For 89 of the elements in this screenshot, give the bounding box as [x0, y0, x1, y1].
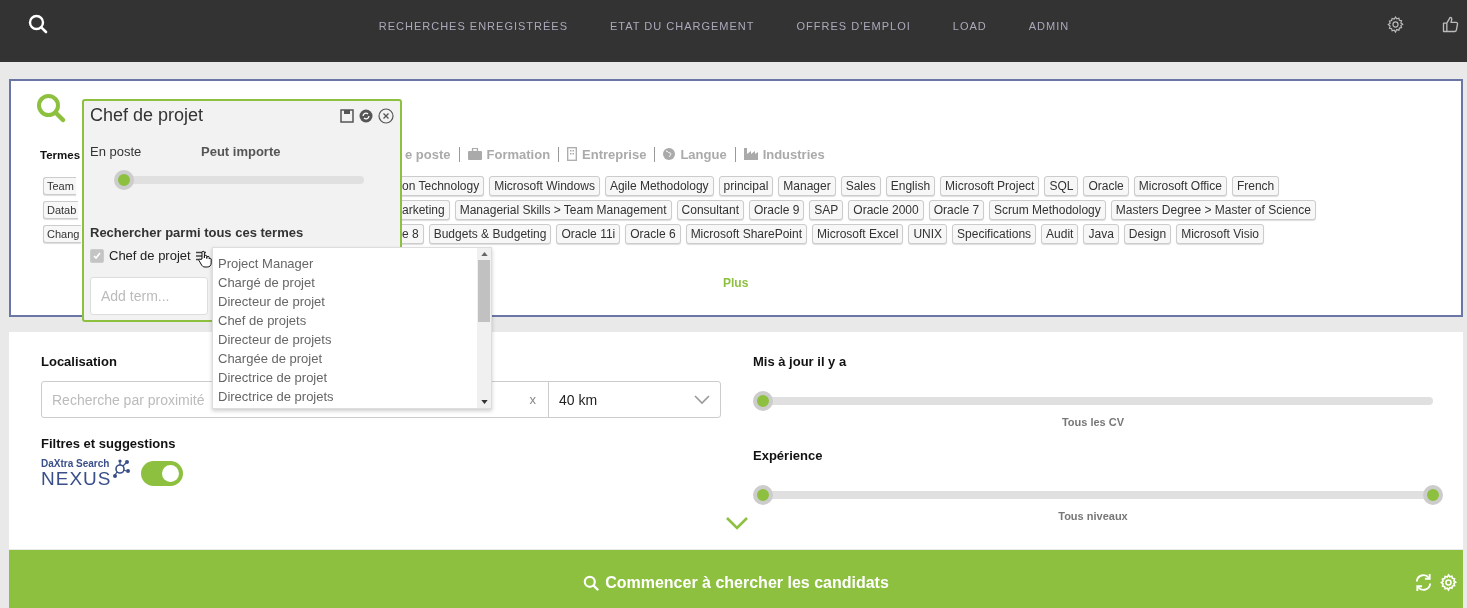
tag[interactable]: Datab [43, 201, 79, 219]
tag[interactable]: Budgets & Budgeting [428, 223, 552, 244]
tag[interactable]: Microsoft Excel [812, 223, 904, 244]
suggestion-item[interactable]: Directrice de projets [218, 387, 477, 406]
chevron-down-icon [694, 394, 710, 405]
tag[interactable]: English [885, 175, 936, 196]
tag[interactable]: SAP [809, 199, 844, 220]
tag[interactable]: Audit [1041, 223, 1079, 244]
tag[interactable]: Agile Methodology [604, 175, 714, 196]
field-label: Expérience [753, 448, 823, 463]
tag[interactable]: Oracle 9 [748, 199, 805, 220]
nav-link[interactable]: ETAT DU CHARGEMENT [610, 20, 755, 32]
search-icon [36, 93, 66, 123]
tag[interactable]: Java [1083, 223, 1119, 244]
section-heading: Rechercher parmi tous ces termes [90, 225, 305, 240]
tag[interactable]: Team [43, 177, 76, 195]
tag[interactable]: Microsoft Office [1133, 175, 1227, 196]
field-label: Filtres et suggestions [41, 436, 176, 451]
tag[interactable]: Chang [43, 225, 82, 243]
tag[interactable]: UNIX [908, 223, 948, 244]
save-icon[interactable] [340, 108, 354, 123]
tag[interactable]: French [1231, 175, 1280, 196]
clear-button[interactable]: x [517, 392, 548, 407]
scrollbar-thumb[interactable] [478, 260, 490, 322]
nav-link[interactable]: RECHERCHES ENREGISTRÉES [378, 20, 568, 32]
tag[interactable]: Scrum Methodology [989, 199, 1106, 220]
scroll-up-icon[interactable] [480, 252, 488, 256]
tag[interactable]: SQL [1044, 175, 1079, 196]
tag[interactable]: Consultant [676, 199, 744, 220]
settings-icon[interactable] [1386, 14, 1405, 34]
chevron-down-icon[interactable] [725, 516, 749, 530]
tag[interactable]: principal [718, 175, 774, 196]
slider-thumb[interactable] [753, 391, 773, 411]
thumbs-up-icon[interactable] [1441, 14, 1461, 34]
tag[interactable]: Design [1123, 223, 1172, 244]
slider-thumb[interactable] [114, 170, 134, 190]
suggestion-item[interactable]: Chef de projets [218, 311, 477, 330]
nav-link[interactable]: ADMIN [1028, 20, 1070, 32]
term-label: Chef de projet [109, 248, 191, 263]
search-icon [583, 574, 600, 591]
slider-thumb[interactable] [753, 485, 773, 505]
tag[interactable]: Oracle 6 [625, 223, 681, 244]
briefcase-icon [467, 148, 482, 160]
tag[interactable]: Sales [840, 175, 881, 196]
check-icon [92, 250, 102, 261]
slider-thumb[interactable] [1423, 485, 1443, 505]
scrollbar[interactable] [477, 248, 491, 408]
suggestion-item[interactable]: Chargée de projet [218, 349, 477, 368]
suggestion-item[interactable]: Directrice de projet [218, 368, 477, 387]
tag[interactable]: Masters Degree > Master of Science [1110, 199, 1316, 220]
refresh-icon[interactable] [1414, 573, 1433, 592]
tag[interactable]: Managerial Skills > Team Management [454, 199, 672, 220]
nexus-logo: DaXtra Search NEXUS [41, 459, 132, 488]
list-icon[interactable] [195, 250, 206, 261]
popup-title: Chef de projet [90, 105, 205, 126]
nav-link[interactable]: OFFRES D'EMPLOI [796, 20, 911, 32]
field-label: Mis à jour il y a [753, 354, 847, 369]
building-icon [567, 147, 578, 161]
suggestion-item[interactable]: Chargé de projet [218, 273, 477, 292]
toggle-switch[interactable] [141, 461, 184, 486]
factory-icon [743, 148, 758, 160]
filter-label: Termes [40, 149, 81, 161]
field-label: Localisation [41, 354, 117, 369]
tag[interactable]: Oracle [1083, 175, 1129, 196]
tag[interactable]: Manager [778, 175, 836, 196]
scroll-down-icon[interactable] [480, 400, 488, 404]
slider-label: En poste [90, 144, 142, 159]
tag[interactable]: Microsoft SharePoint [685, 223, 807, 244]
close-icon[interactable] [378, 107, 394, 124]
tag[interactable]: Microsoft Project [940, 175, 1040, 196]
slider-caption: Tous niveaux [1057, 510, 1129, 522]
tag[interactable]: Oracle 11i [556, 223, 621, 244]
tag[interactable]: Microsoft Visio [1176, 223, 1264, 244]
checkbox[interactable] [90, 248, 104, 263]
radius-select[interactable]: 40 km [548, 382, 720, 417]
tag[interactable]: Microsoft Windows [489, 175, 600, 196]
suggestion-item[interactable]: Project Manager [218, 254, 477, 273]
tag[interactable]: Specifications [952, 223, 1037, 244]
slider-label: Peut importe [201, 144, 281, 159]
suggestion-item[interactable]: Directeur de projets [218, 330, 477, 349]
add-term-field[interactable]: Add term... [90, 277, 208, 315]
tag[interactable]: Oracle 7 [928, 199, 985, 220]
globe-icon [663, 148, 676, 160]
nav-link[interactable]: LOAD [952, 20, 987, 32]
sync-icon[interactable] [359, 108, 373, 123]
slider-caption: Tous les CV [1060, 416, 1126, 428]
tag[interactable]: Oracle 2000 [848, 199, 924, 220]
search-icon[interactable] [28, 14, 48, 34]
suggestion-item[interactable]: Directeur de projet [218, 292, 477, 311]
